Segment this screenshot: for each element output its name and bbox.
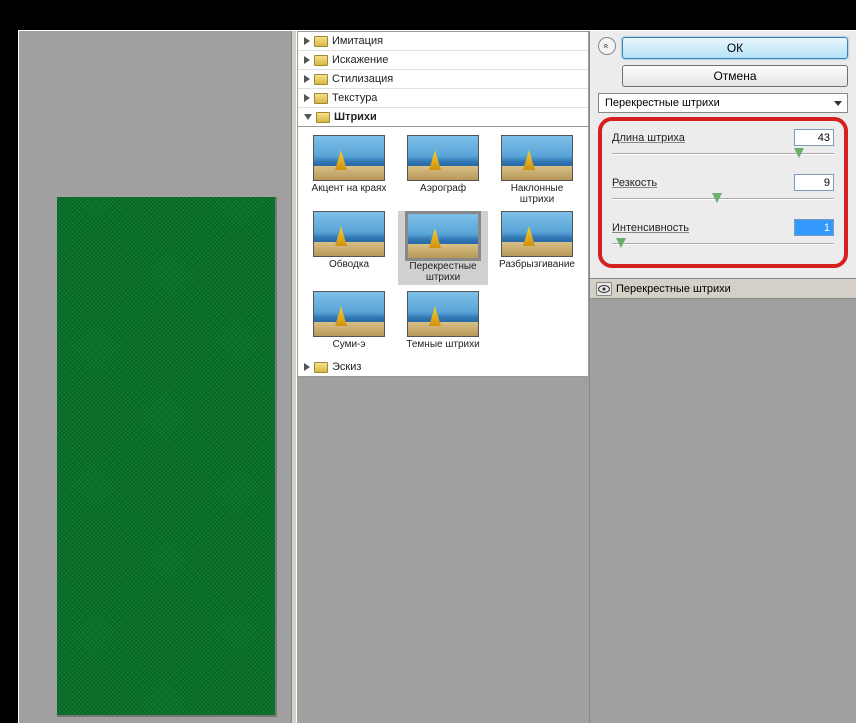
folder-icon [314,36,328,47]
thumbnail-image [501,135,573,181]
filter-airbrush[interactable]: Аэрограф [398,135,488,205]
stroke-length-input[interactable] [794,129,834,146]
category-label: Стилизация [332,73,393,85]
thumbnail-label: Аэрограф [420,183,466,194]
category-label: Текстура [332,92,377,104]
param-label: Интенсивность [612,222,689,234]
sharpness-input[interactable] [794,174,834,191]
intensity-slider[interactable] [612,238,834,250]
filter-accented-edges[interactable]: Акцент на краях [304,135,394,205]
filter-dropdown[interactable]: Перекрестные штрихи [598,93,848,113]
thumbnail-image [407,135,479,181]
visibility-toggle[interactable] [596,282,612,296]
thumbnail-label: Суми-э [332,339,365,350]
category-distortion[interactable]: Искажение [298,51,588,70]
button-row: « ОК Отмена [598,37,848,87]
effect-layer-name: Перекрестные штрихи [616,283,731,295]
category-texture[interactable]: Текстура [298,89,588,108]
filter-thumbnails: Акцент на краях Аэрограф Наклонные штрих… [297,127,589,358]
param-intensity: Интенсивность [612,219,834,250]
expand-icon [304,94,310,102]
thumbnail-label: Перекрестные штрихи [403,261,483,283]
slider-track [612,243,834,245]
collapse-icon [304,114,312,120]
thumbnail-image [407,291,479,337]
filter-sumi-e[interactable]: Суми-э [304,291,394,350]
thumbnail-image [313,135,385,181]
category-strokes[interactable]: Штрихи [298,108,588,126]
folder-icon [316,112,330,123]
eye-icon [598,285,610,293]
category-sketch[interactable]: Эскиз [298,358,588,376]
settings-pane: « ОК Отмена Перекрестные штрихи Длина шт… [590,31,856,723]
slider-thumb[interactable] [794,148,804,158]
thumbnail-image [313,291,385,337]
category-label: Имитация [332,35,383,47]
cancel-button[interactable]: Отмена [622,65,848,87]
ok-button[interactable]: ОК [622,37,848,59]
chevron-up-icon: « [602,43,612,48]
expand-icon [304,37,310,45]
folder-icon [314,93,328,104]
category-tree: Имитация Искажение Стилизация Текстура Ш [297,31,589,127]
thumbnail-label: Темные штрихи [406,339,479,350]
category-imitation[interactable]: Имитация [298,32,588,51]
thumbnail-label: Обводка [329,259,369,270]
folder-icon [314,362,328,373]
expand-icon [304,56,310,64]
category-label: Эскиз [332,361,361,373]
preview-pane [19,31,291,723]
effect-layers-panel: Перекрестные штрихи [590,278,856,723]
thumbnail-image [407,213,479,259]
param-label: Резкость [612,177,657,189]
filter-dark-strokes[interactable]: Темные штрихи [398,291,488,350]
effect-layer-row[interactable]: Перекрестные штрихи [590,279,856,299]
expand-icon [304,363,310,371]
button-stack: ОК Отмена [622,37,848,87]
param-stroke-length: Длина штриха [612,129,834,160]
filter-categories-pane: Имитация Искажение Стилизация Текстура Ш [297,31,590,723]
slider-thumb[interactable] [616,238,626,248]
filter-crosshatch[interactable]: Перекрестные штрихи [398,211,488,285]
category-tree-bottom: Эскиз [297,358,589,377]
sharpness-slider[interactable] [612,193,834,205]
filter-ink-outlines[interactable]: Обводка [304,211,394,285]
category-label: Штрихи [334,111,377,123]
param-label: Длина штриха [612,132,685,144]
param-sharpness: Резкость [612,174,834,205]
filter-pane-empty [297,377,589,723]
collapse-settings-button[interactable]: « [598,37,616,55]
dialog-frame: Имитация Искажение Стилизация Текстура Ш [18,30,856,723]
parameters-highlight: Длина штриха Резкость [598,117,848,268]
category-label: Искажение [332,54,388,66]
stroke-length-slider[interactable] [612,148,834,160]
thumbnail-image [313,211,385,257]
filter-spatter[interactable]: Разбрызгивание [492,211,582,285]
slider-thumb[interactable] [712,193,722,203]
filter-angled-strokes[interactable]: Наклонные штрихи [492,135,582,205]
thumbnail-label: Акцент на краях [312,183,387,194]
folder-icon [314,74,328,85]
category-stylization[interactable]: Стилизация [298,70,588,89]
expand-icon [304,75,310,83]
folder-icon [314,55,328,66]
thumbnail-image [501,211,573,257]
slider-track [612,198,834,200]
thumbnail-label: Наклонные штрихи [497,183,577,205]
intensity-input[interactable] [794,219,834,236]
filter-dropdown-value: Перекрестные штрихи [605,97,720,109]
thumbnail-label: Разбрызгивание [499,259,575,270]
preview-canvas[interactable] [57,197,277,717]
